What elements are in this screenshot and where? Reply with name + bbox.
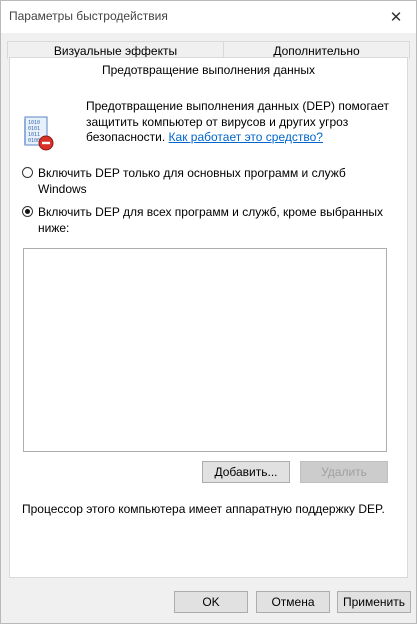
exceptions-listbox[interactable] xyxy=(23,248,387,452)
title-bar[interactable]: Параметры быстродействия ✕ xyxy=(1,1,416,33)
cancel-button[interactable]: Отмена xyxy=(256,591,330,613)
performance-options-dialog: Параметры быстродействия ✕ Визуальные эф… xyxy=(0,0,417,624)
radio-all-label[interactable]: Включить DEP для всех программ и служб, … xyxy=(38,205,392,236)
tab-label: Дополнительно xyxy=(273,43,360,58)
add-button[interactable]: Добавить... xyxy=(202,461,290,483)
apply-button[interactable]: Применить xyxy=(337,591,411,613)
dep-tab-panel: 1010 0101 1011 0100 Предотвращение выпол… xyxy=(9,80,408,578)
radio-all-row[interactable]: Включить DEP для всех программ и служб, … xyxy=(22,205,392,236)
remove-button: Удалить xyxy=(300,461,388,483)
tab-label: Визуальные эффекты xyxy=(53,43,178,58)
hardware-support-status: Процессор этого компьютера имеет аппарат… xyxy=(22,502,385,516)
help-link[interactable]: Как работает это средство? xyxy=(169,130,323,144)
tab-dep[interactable]: Предотвращение выполнения данных xyxy=(9,57,408,81)
close-button[interactable]: ✕ xyxy=(376,1,416,33)
dep-shield-icon: 1010 0101 1011 0100 xyxy=(22,115,56,153)
close-icon: ✕ xyxy=(389,9,403,26)
dep-description: Предотвращение выполнения данных (DEP) п… xyxy=(86,99,396,146)
svg-text:0100: 0100 xyxy=(28,138,40,144)
ok-button[interactable]: OK xyxy=(174,591,248,613)
radio-essential-row[interactable]: Включить DEP только для основных програм… xyxy=(22,166,392,197)
radio-essential-label[interactable]: Включить DEP только для основных програм… xyxy=(38,166,392,197)
window-title: Параметры быстродействия xyxy=(9,9,168,23)
radio-essential[interactable] xyxy=(22,167,33,178)
radio-all[interactable] xyxy=(22,206,33,217)
tab-label: Предотвращение выполнения данных xyxy=(101,62,316,77)
